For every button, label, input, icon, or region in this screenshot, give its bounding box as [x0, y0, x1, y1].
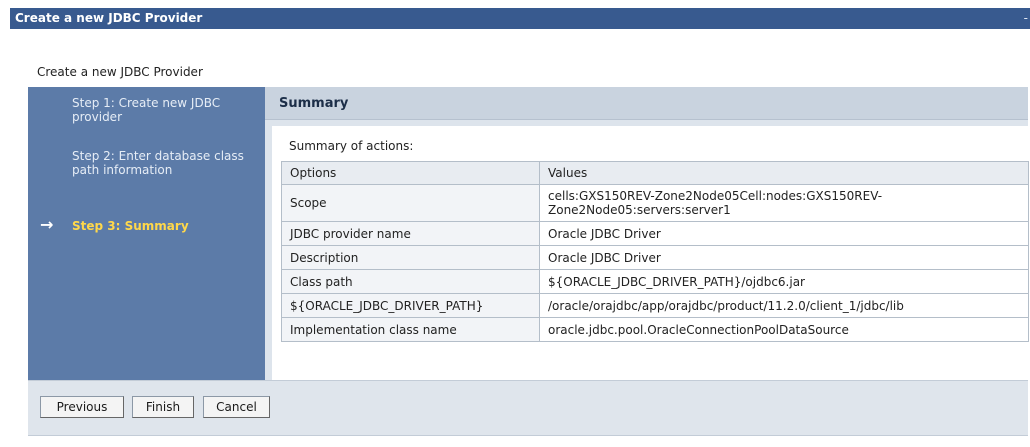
option-cell: Scope — [281, 184, 540, 222]
option-cell: Implementation class name — [281, 317, 540, 342]
previous-button[interactable]: Previous — [40, 396, 124, 418]
table-row: JDBC provider name Oracle JDBC Driver — [281, 221, 1029, 246]
step-2-link[interactable]: Step 2: Enter database class path inform… — [72, 149, 257, 177]
summary-body: Summary of actions: Options Values Scope… — [272, 126, 1029, 380]
summary-title: Summary — [279, 96, 349, 111]
column-header-values: Values — [539, 161, 1029, 185]
option-cell: Description — [281, 245, 540, 270]
summary-table: Options Values Scope cells:GXS150REV-Zon… — [281, 161, 1029, 342]
value-cell: cells:GXS150REV-Zone2Node05Cell:nodes:GX… — [539, 184, 1029, 222]
window-title: Create a new JDBC Provider — [15, 11, 203, 25]
current-step-arrow-icon: → — [40, 215, 54, 234]
bottom-divider — [28, 435, 1028, 436]
value-cell: Oracle JDBC Driver — [539, 245, 1029, 270]
wizard-steps-panel: Step 1: Create new JDBC provider Step 2:… — [28, 87, 265, 380]
table-row: Implementation class name oracle.jdbc.po… — [281, 317, 1029, 342]
finish-button[interactable]: Finish — [132, 396, 194, 418]
option-cell: JDBC provider name — [281, 221, 540, 246]
window-titlebar: Create a new JDBC Provider - — [10, 8, 1030, 29]
table-row: ${ORACLE_JDBC_DRIVER_PATH} /oracle/orajd… — [281, 293, 1029, 318]
option-cell: Class path — [281, 269, 540, 294]
summary-header: Summary — [265, 87, 1028, 120]
value-cell: /oracle/orajdbc/app/orajdbc/product/11.2… — [539, 293, 1029, 318]
summary-actions-label: Summary of actions: — [289, 139, 414, 153]
summary-panel: Summary Summary of actions: Options Valu… — [265, 87, 1029, 380]
table-header-row: Options Values — [281, 161, 1029, 185]
page-heading: Create a new JDBC Provider — [37, 65, 203, 79]
step-3-current: Step 3: Summary — [72, 219, 189, 233]
value-cell: oracle.jdbc.pool.OracleConnectionPoolDat… — [539, 317, 1029, 342]
table-row: Scope cells:GXS150REV-Zone2Node05Cell:no… — [281, 184, 1029, 222]
wizard: Step 1: Create new JDBC provider Step 2:… — [28, 87, 1029, 435]
value-cell: Oracle JDBC Driver — [539, 221, 1029, 246]
cancel-button[interactable]: Cancel — [203, 396, 270, 418]
column-header-options: Options — [281, 161, 540, 185]
table-row: Description Oracle JDBC Driver — [281, 245, 1029, 270]
table-row: Class path ${ORACLE_JDBC_DRIVER_PATH}/oj… — [281, 269, 1029, 294]
wizard-button-bar: Previous Finish Cancel — [28, 380, 1028, 435]
step-1-link[interactable]: Step 1: Create new JDBC provider — [72, 96, 257, 124]
option-cell: ${ORACLE_JDBC_DRIVER_PATH} — [281, 293, 540, 318]
collapse-icon[interactable]: - — [1024, 8, 1028, 29]
value-cell: ${ORACLE_JDBC_DRIVER_PATH}/ojdbc6.jar — [539, 269, 1029, 294]
